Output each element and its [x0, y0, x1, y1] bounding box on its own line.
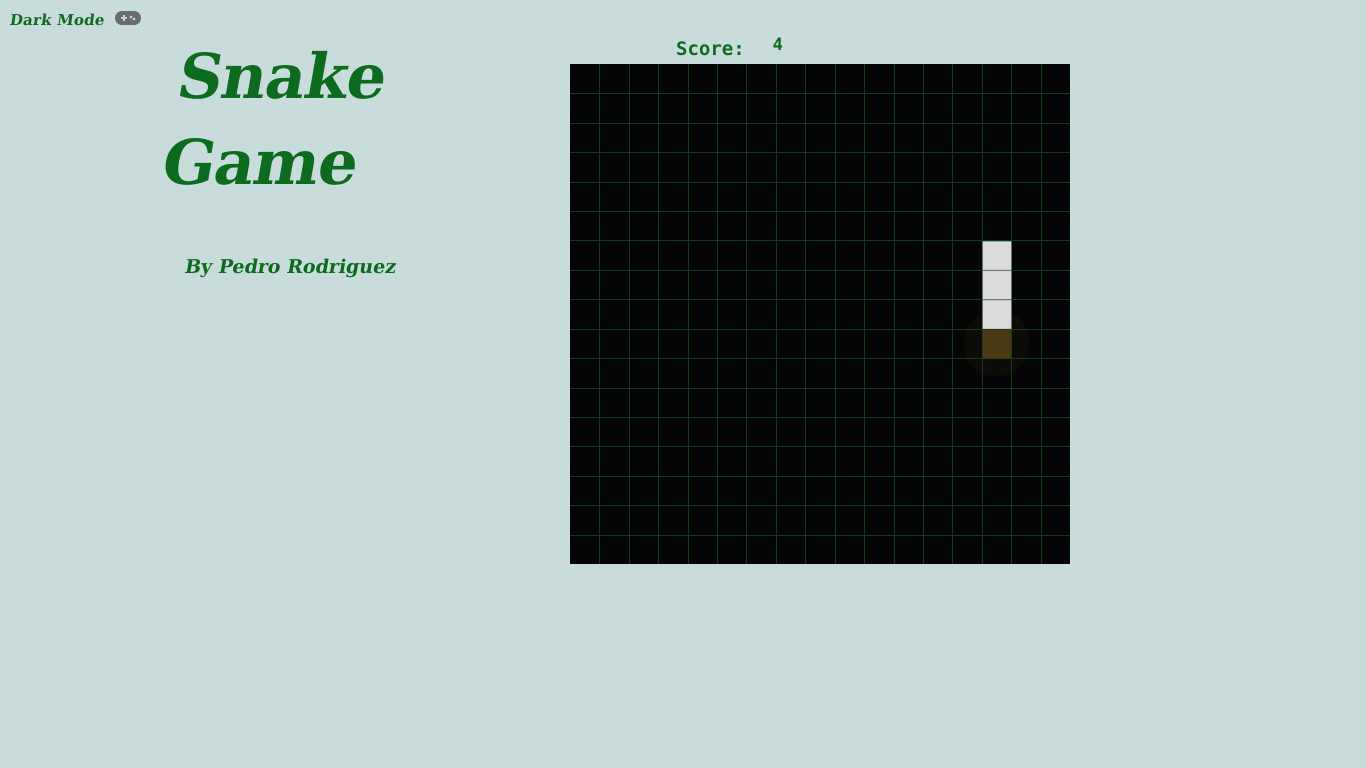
- dark-mode-toggle[interactable]: [114, 11, 141, 25]
- snake-segment: [982, 270, 1012, 300]
- dark-mode-control: Dark Mode: [8, 11, 141, 29]
- food-cell: [982, 329, 1012, 359]
- gamepad-icon: [120, 15, 135, 21]
- page: Dark Mode Snake Game By Pedro Rodriguez …: [0, 0, 1366, 768]
- score-display: Score: 4: [676, 35, 783, 60]
- title-line-2: Game: [156, 126, 364, 199]
- snake-segment: [982, 300, 1012, 329]
- title-line-1: Snake: [172, 40, 393, 113]
- game-board-canvas[interactable]: [570, 64, 1070, 564]
- snake-head: [982, 241, 1012, 271]
- author-credit: By Pedro Rodriguez: [183, 256, 399, 278]
- score-value: 4: [772, 35, 783, 55]
- score-label: Score:: [676, 38, 745, 60]
- game-board[interactable]: [570, 64, 1070, 564]
- dark-mode-label: Dark Mode: [8, 11, 106, 29]
- page-title: Snake Game: [156, 34, 394, 206]
